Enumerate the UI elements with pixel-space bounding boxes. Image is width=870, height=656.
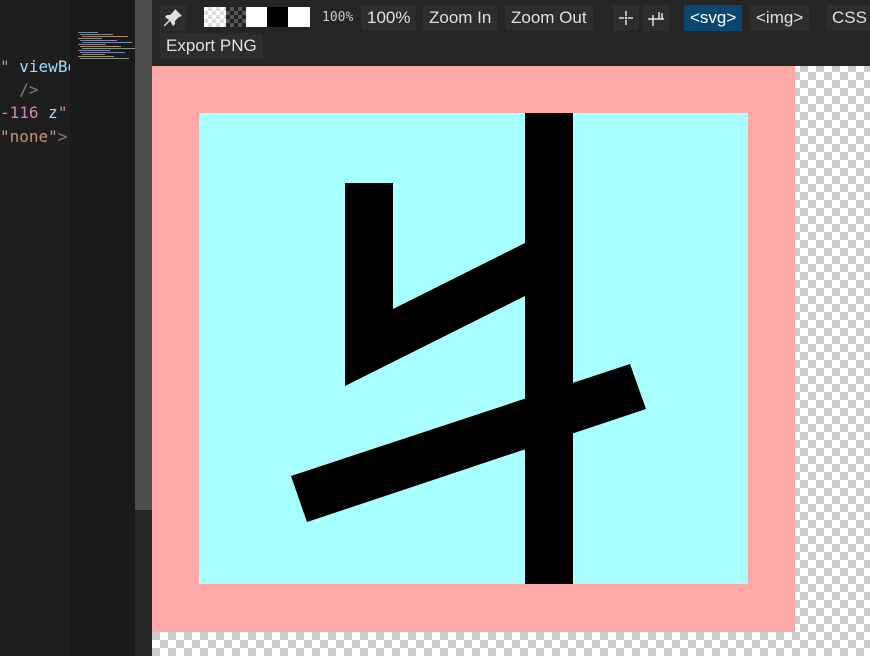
minimap-line: [78, 32, 98, 33]
minimap-line: [80, 52, 125, 53]
minimap-line: [80, 58, 129, 59]
app-root: " viewBo />-116 z""none"> 100% 100% Zoom…: [0, 0, 870, 656]
zoom-readout: 100%: [322, 10, 354, 25]
minimap-line: [80, 46, 121, 47]
minimap-line: [78, 50, 110, 51]
zoom-out-button[interactable]: Zoom Out: [505, 5, 593, 31]
code-line[interactable]: " viewBo: [0, 55, 70, 79]
swatch-black[interactable]: [267, 7, 288, 27]
editor-minimap[interactable]: [70, 0, 135, 656]
tab-img[interactable]: <img>: [750, 5, 810, 31]
background-swatches: [204, 7, 310, 27]
code-line[interactable]: />: [0, 78, 38, 102]
zoom-in-button[interactable]: Zoom In: [423, 5, 498, 31]
minimap-line: [80, 34, 113, 35]
svg-preview-canvas: [152, 66, 795, 632]
preview-toolbar: 100% 100% Zoom In Zoom Out <svg> <img> C…: [152, 0, 870, 66]
minimap-line: [82, 42, 132, 43]
swatch-checker-dark[interactable]: [226, 7, 246, 27]
pin-icon[interactable]: [160, 5, 186, 31]
minimap-line: [78, 38, 102, 39]
minimap-line: [82, 54, 105, 55]
crosshair-icon[interactable]: [613, 5, 639, 31]
inner-area: [199, 113, 748, 584]
code-line[interactable]: "none">: [0, 125, 67, 149]
tab-css[interactable]: CSS: [826, 5, 870, 31]
swatch-light[interactable]: [288, 7, 310, 27]
minimap-line: [82, 48, 135, 49]
zoom-100-button[interactable]: 100%: [361, 5, 417, 31]
scrollbar-thumb[interactable]: [135, 0, 152, 510]
code-line[interactable]: -116 z": [0, 101, 67, 125]
minimap-line: [80, 40, 117, 41]
export-png-button[interactable]: Export PNG: [160, 33, 263, 59]
code-editor[interactable]: " viewBo />-116 z""none">: [0, 0, 70, 656]
minimap-line: [78, 56, 114, 57]
tab-svg[interactable]: <svg>: [684, 5, 743, 31]
swatch-white[interactable]: [246, 7, 267, 27]
minimap-line: [78, 44, 106, 45]
minimap-line: [82, 36, 128, 37]
editor-scrollbar[interactable]: [135, 0, 152, 656]
swatch-checker-light[interactable]: [204, 7, 226, 27]
baseline-guide-icon[interactable]: [643, 5, 669, 31]
